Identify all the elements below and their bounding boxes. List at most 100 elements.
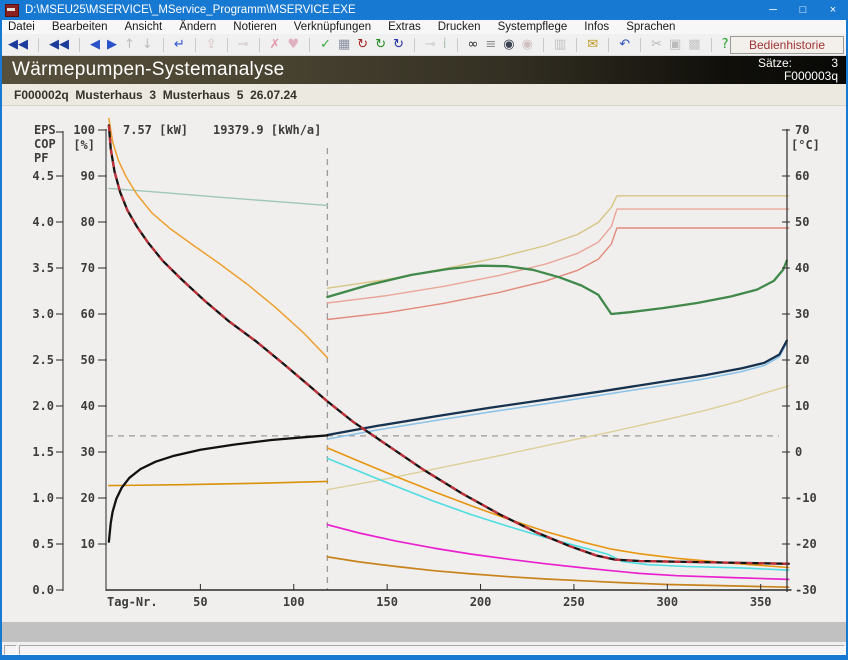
heat-load-value: 7.57 [kW] (123, 123, 188, 137)
search-binoculars-icon[interactable]: ∞ (468, 37, 479, 52)
forward-icon[interactable]: ▶ (107, 37, 117, 52)
series-magenta-declining (327, 525, 788, 580)
menu-item-verknuepfungen[interactable]: Verknüpfungen (294, 21, 371, 33)
window-border-left (0, 20, 2, 655)
app-icon (5, 4, 19, 17)
eps-tick-label: 0.5 (32, 537, 54, 551)
minimize-button[interactable]: ─ (758, 0, 788, 20)
status-cell-main (19, 645, 845, 655)
degc-tick-label: 10 (795, 399, 809, 413)
eps-tick-label: 4.0 (32, 215, 54, 229)
toolbar-separator (38, 38, 39, 52)
toolbar-separator (309, 38, 310, 52)
degc-tick-label: 30 (795, 307, 809, 321)
toolbar-separator (227, 38, 228, 52)
print-icon: ▥ (554, 37, 566, 52)
record-id: F000003q (784, 69, 838, 83)
pct-tick-label: 90 (81, 169, 95, 183)
pct-tick-label: 10 (81, 537, 95, 551)
dataset-breadcrumb: F000002q Musterhaus 3 Musterhaus 5 26.07… (14, 88, 297, 102)
toolbar-separator (259, 38, 260, 52)
link-add-icon: ⊸ (238, 37, 249, 52)
menu-item-extras[interactable]: Extras (388, 21, 421, 33)
tool-bar: ◀◀◀◀◀▶↑↓↵⇪⊸✗♥✓▦↻↻↻⊸i∞≡◉◉▥✉↶✂▣▩? Bedienhi… (0, 34, 848, 56)
eps-tick-label: 1.5 (32, 445, 54, 459)
series-forecast-orange-declining (327, 448, 788, 568)
eps-tick-label: 3.0 (32, 307, 54, 321)
title-bar: D:\MSEU25\MSERVICE\_MService_Programm\MS… (0, 0, 848, 20)
series-forecast-cyan-declining (327, 458, 788, 570)
eps-axis-title: EPS (34, 123, 56, 137)
list-lines-icon[interactable]: ≡ (485, 37, 496, 52)
menu-item-infos[interactable]: Infos (584, 21, 609, 33)
menu-item-notieren[interactable]: Notieren (233, 21, 276, 33)
day-tick-label: 100 (283, 595, 305, 609)
form-icon[interactable]: ▦ (338, 37, 350, 52)
degc-axis-unit: [°C] (791, 138, 820, 152)
day-tick-label: 50 (193, 595, 207, 609)
refresh-green-icon[interactable]: ↻ (375, 37, 386, 52)
toolbar-separator (414, 38, 415, 52)
day-tick-label: 350 (750, 595, 772, 609)
eps-axis-title: PF (34, 151, 48, 165)
menu-item-systempflege[interactable]: Systempflege (498, 21, 568, 33)
series-forecast-navy-rising (327, 341, 786, 435)
menu-item-drucken[interactable]: Drucken (438, 21, 481, 33)
menu-item-datei[interactable]: Datei (8, 21, 35, 33)
enter-icon[interactable]: ↵ (174, 37, 185, 52)
refresh-blue-icon[interactable]: ↻ (393, 37, 404, 52)
window-controls: ─ □ × (758, 0, 848, 20)
first-record-icon[interactable]: ◀◀ (8, 37, 28, 52)
eps-tick-label: 3.5 (32, 261, 54, 275)
bottom-gray-band (2, 622, 846, 642)
fast-back-icon[interactable]: ◀◀ (49, 37, 69, 52)
series-setpoint-salmon-upper (327, 209, 788, 303)
eps-tick-label: 4.5 (32, 169, 54, 183)
help-icon[interactable]: ? (722, 37, 729, 52)
view-eye-icon[interactable]: ◉ (503, 37, 514, 52)
move-up-icon: ↑ (124, 37, 135, 52)
favorite-icon: ♥ (287, 37, 299, 52)
pct-axis-unit: [%] (73, 138, 95, 152)
menu-item-sprachen[interactable]: Sprachen (626, 21, 675, 33)
menu-item-bearbeiten[interactable]: Bearbeiten (52, 21, 108, 33)
mail-icon[interactable]: ✉ (587, 37, 598, 52)
app-header: Wärmepumpen-Systemanalyse Sätze: 3 F0000… (2, 56, 846, 84)
refresh-red-icon[interactable]: ↻ (357, 37, 368, 52)
eps-tick-label: 2.5 (32, 353, 54, 367)
pct-tick-label: 70 (81, 261, 95, 275)
toolbar-separator (79, 38, 80, 52)
menu-item-aendern[interactable]: Ändern (179, 21, 216, 33)
close-button[interactable]: × (818, 0, 848, 20)
delete-icon: ✗ (270, 37, 281, 52)
window-title: D:\MSEU25\MSERVICE\_MService_Programm\MS… (25, 4, 356, 16)
eps-axis-title: COP (34, 137, 56, 151)
series-flow-temp-green (327, 261, 786, 314)
day-tick-label: 250 (563, 595, 585, 609)
view-eye-off-icon: ◉ (522, 37, 533, 52)
link-2-icon: ⊸ (425, 37, 436, 52)
back-icon[interactable]: ◀ (90, 37, 100, 52)
toolbar-separator (457, 38, 458, 52)
menu-bar: Datei Bearbeiten Ansicht Ändern Notieren… (0, 20, 848, 34)
day-tick-label: 200 (470, 595, 492, 609)
maximize-button[interactable]: □ (788, 0, 818, 20)
degc-tick-label: -30 (795, 583, 817, 597)
menu-item-ansicht[interactable]: Ansicht (124, 21, 162, 33)
series-source-temp-teal (109, 188, 328, 205)
day-tick-label: 150 (376, 595, 398, 609)
annual-energy-value: 19379.9 [kWh/a] (213, 123, 321, 137)
move-down-icon: ↓ (142, 37, 153, 52)
degc-tick-label: -20 (795, 537, 817, 551)
status-bar (2, 642, 846, 655)
toolbar-separator (576, 38, 577, 52)
pct-tick-label: 20 (81, 491, 95, 505)
confirm-icon[interactable]: ✓ (320, 37, 331, 52)
series-cumulative-black-rising (109, 435, 328, 541)
paste-icon: ▩ (688, 37, 700, 52)
undo-icon[interactable]: ↶ (619, 37, 630, 52)
degc-tick-label: -10 (795, 491, 817, 505)
degc-tick-label: 70 (795, 123, 809, 137)
pct-tick-label: 30 (81, 445, 95, 459)
bedienhistorie-button[interactable]: Bedienhistorie (730, 36, 844, 54)
